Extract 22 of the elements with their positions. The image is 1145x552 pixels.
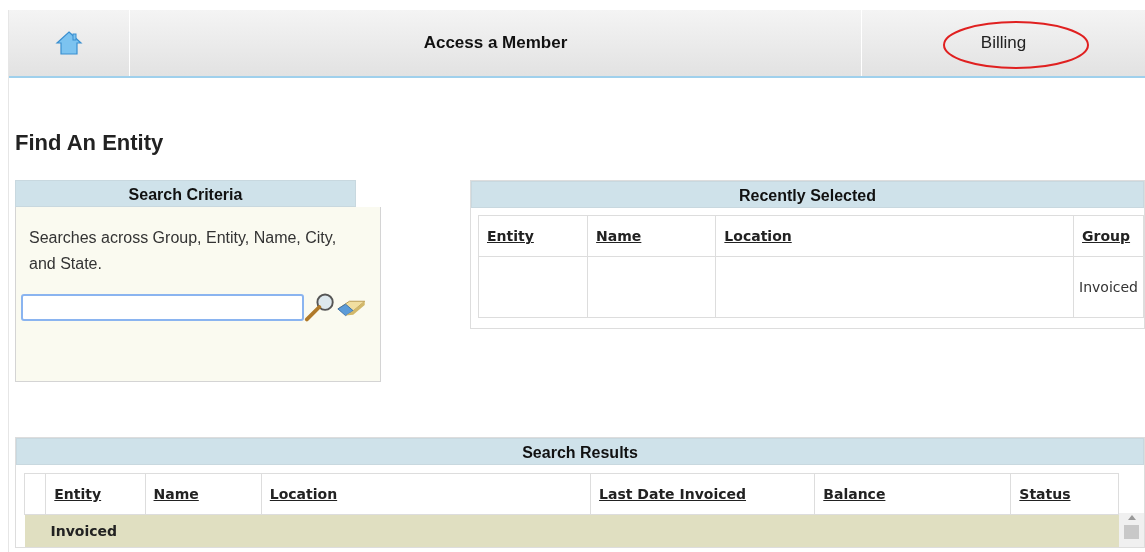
column-header[interactable]: Balance bbox=[823, 486, 886, 502]
scroll-up-icon[interactable] bbox=[1126, 513, 1137, 521]
search-icon[interactable] bbox=[303, 292, 337, 322]
scrollbar[interactable] bbox=[1119, 513, 1144, 547]
column-header[interactable]: Entity bbox=[487, 228, 534, 244]
page-heading: Find An Entity bbox=[15, 130, 165, 156]
column-header[interactable]: Status bbox=[1019, 486, 1071, 502]
home-icon[interactable] bbox=[55, 30, 83, 56]
search-field[interactable] bbox=[21, 293, 304, 321]
table-cell: Invoiced bbox=[1073, 256, 1144, 318]
group-row[interactable]: Invoiced bbox=[24, 514, 1119, 547]
panel-header: Search Criteria bbox=[15, 180, 356, 207]
column-header[interactable]: Name bbox=[596, 228, 642, 244]
panel-header: Recently Selected bbox=[471, 181, 1144, 208]
column-header[interactable]: Entity bbox=[54, 486, 102, 502]
billing-link[interactable]: Billing bbox=[980, 33, 1027, 53]
page-title: Access a Member bbox=[423, 33, 568, 53]
search-hint: Searches across Group, Entity, Name, City, and State. bbox=[29, 228, 338, 274]
column-header[interactable]: Name bbox=[153, 486, 199, 502]
panel-header: Search Results bbox=[16, 438, 1144, 465]
column-header[interactable]: Location bbox=[724, 228, 792, 244]
column-header[interactable]: Location bbox=[269, 486, 338, 502]
